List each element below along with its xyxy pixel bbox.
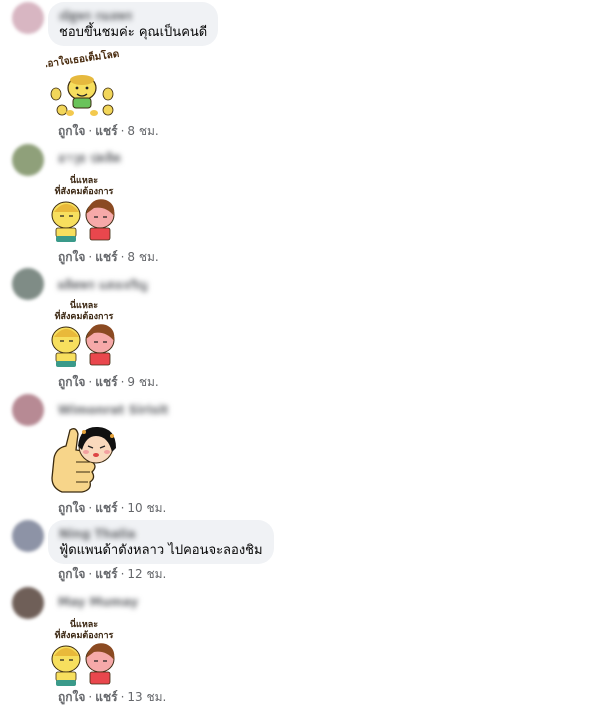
comment-actions: ถูกใจ · แชร์ · 8 ชม. bbox=[58, 124, 159, 139]
comment-actions: ถูกใจ · แชร์ · 10 ชม. bbox=[58, 501, 166, 516]
separator-dot: · bbox=[88, 567, 93, 581]
separator-dot: · bbox=[120, 690, 125, 704]
share-link[interactable]: แชร์ bbox=[95, 375, 117, 389]
comment-timestamp[interactable]: 8 ชม. bbox=[127, 124, 158, 138]
share-link[interactable]: แชร์ bbox=[95, 250, 117, 264]
sticker-caption-line1: นี่แหละ bbox=[70, 618, 99, 630]
share-link[interactable]: แชร์ bbox=[95, 501, 117, 515]
sticker-caption-line1: นี่แหละ bbox=[70, 174, 99, 186]
like-link[interactable]: ถูกใจ bbox=[58, 375, 85, 389]
thumbs-up-sticker bbox=[51, 426, 116, 493]
comment-timestamp[interactable]: 13 ชม. bbox=[127, 690, 166, 704]
sticker-caption-line1: นี่แหละ bbox=[70, 299, 99, 311]
society-wants-sticker: นี่แหละ ที่สังคมต้องการ bbox=[51, 618, 115, 686]
comment-bubble: Ning Thalia ฟู้ดแพนด้าดังหลาว ไปคอนจะลอง… bbox=[48, 520, 274, 564]
avatar[interactable] bbox=[12, 587, 44, 619]
society-wants-sticker: นี่แหละ ที่สังคมต้องการ bbox=[51, 299, 115, 367]
like-link[interactable]: ถูกใจ bbox=[58, 501, 85, 515]
share-link[interactable]: แชร์ bbox=[95, 690, 117, 704]
separator-dot: · bbox=[88, 375, 93, 389]
comment-actions: ถูกใจ · แชร์ · 9 ชม. bbox=[58, 375, 159, 390]
comment-timestamp[interactable]: 9 ชม. bbox=[127, 375, 158, 389]
comment-timestamp[interactable]: 10 ชม. bbox=[127, 501, 166, 515]
separator-dot: · bbox=[120, 250, 125, 264]
avatar[interactable] bbox=[12, 394, 44, 426]
comment-bubble: ณัฐพร กมลพร ชอบขึ้นชมค่ะ คุณเป็นคนดี bbox=[48, 2, 219, 46]
avatar[interactable] bbox=[12, 520, 44, 552]
avatar[interactable] bbox=[12, 144, 44, 176]
like-link[interactable]: ถูกใจ bbox=[58, 250, 85, 264]
cheer-sticker: เอาใจเธอเต็มโลด bbox=[46, 50, 120, 116]
share-link[interactable]: แชร์ bbox=[95, 567, 117, 581]
separator-dot: · bbox=[120, 567, 125, 581]
sticker-caption: เอาใจเธอเต็มโลด bbox=[46, 50, 120, 70]
comment-timestamp[interactable]: 8 ชม. bbox=[127, 250, 158, 264]
commenter-name[interactable]: ผลิตพร แสงเจริญ bbox=[58, 278, 147, 293]
avatar[interactable] bbox=[12, 2, 44, 34]
separator-dot: · bbox=[120, 375, 125, 389]
like-link[interactable]: ถูกใจ bbox=[58, 567, 85, 581]
separator-dot: · bbox=[88, 124, 93, 138]
commenter-name[interactable]: Ning Thalia bbox=[59, 527, 263, 542]
separator-dot: · bbox=[88, 250, 93, 264]
separator-dot: · bbox=[88, 501, 93, 515]
separator-dot: · bbox=[120, 124, 125, 138]
comment-text: ฟู้ดแพนด้าดังหลาว ไปคอนจะลองชิม bbox=[59, 543, 263, 558]
commenter-name[interactable]: Wimonrat Sirisit bbox=[58, 403, 168, 418]
comment-actions: ถูกใจ · แชร์ · 8 ชม. bbox=[58, 250, 159, 265]
comment-text: ชอบขึ้นชมค่ะ คุณเป็นคนดี bbox=[59, 25, 208, 40]
like-link[interactable]: ถูกใจ bbox=[58, 690, 85, 704]
commenter-name[interactable]: May Mumay bbox=[58, 595, 138, 610]
comment-actions: ถูกใจ · แชร์ · 12 ชม. bbox=[58, 567, 166, 582]
comment-timestamp[interactable]: 12 ชม. bbox=[127, 567, 166, 581]
separator-dot: · bbox=[88, 690, 93, 704]
separator-dot: · bbox=[120, 501, 125, 515]
comment-actions: ถูกใจ · แชร์ · 13 ชม. bbox=[58, 690, 166, 705]
like-link[interactable]: ถูกใจ bbox=[58, 124, 85, 138]
commenter-name[interactable]: ณัฐพร กมลพร bbox=[59, 9, 207, 24]
commenter-name[interactable]: อาวุธ ปดลิต bbox=[58, 151, 121, 166]
society-wants-sticker: นี่แหละ ที่สังคมต้องการ bbox=[51, 174, 115, 242]
share-link[interactable]: แชร์ bbox=[95, 124, 117, 138]
avatar[interactable] bbox=[12, 268, 44, 300]
